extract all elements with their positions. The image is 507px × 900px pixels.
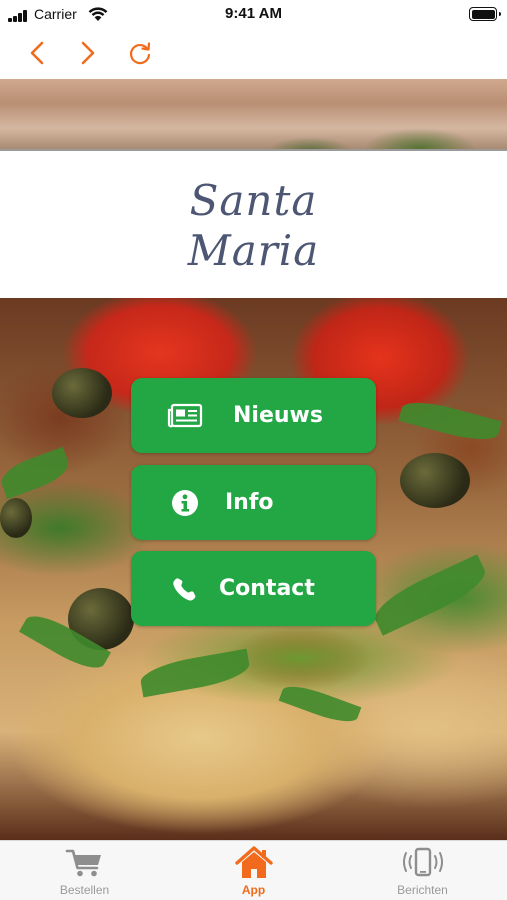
tab-berichten-label: Berichten — [397, 883, 448, 897]
header-banner-image — [0, 79, 507, 151]
tab-app-label: App — [241, 883, 266, 897]
herb-decoration — [398, 395, 502, 447]
battery-icon — [469, 7, 501, 21]
newspaper-icon — [167, 402, 203, 430]
nieuws-label: Nieuws — [233, 403, 323, 428]
herb-decoration — [368, 554, 492, 636]
chevron-left-icon — [30, 41, 44, 65]
tab-bestellen[interactable]: Bestellen — [0, 841, 169, 900]
tab-bestellen-label: Bestellen — [59, 883, 110, 897]
tab-berichten[interactable]: Berichten — [338, 841, 507, 900]
tab-bar: Bestellen App Berichten — [0, 840, 507, 900]
forward-button[interactable] — [73, 38, 103, 68]
status-time: 9:41 AM — [225, 5, 282, 22]
nieuws-button[interactable]: Nieuws — [131, 378, 376, 453]
phone-vibrate-icon — [338, 847, 507, 879]
herb-decoration — [138, 648, 252, 698]
title-panel: Santa Maria — [0, 153, 507, 298]
olive-decoration — [400, 453, 470, 508]
info-button[interactable]: Info — [131, 465, 376, 540]
cart-icon — [0, 847, 169, 879]
herb-decoration — [0, 446, 74, 500]
title-line-2: Maria — [187, 225, 320, 275]
tab-app[interactable]: App — [169, 841, 338, 900]
home-icon — [169, 846, 338, 879]
reload-icon — [130, 42, 151, 65]
chevron-right-icon — [81, 41, 95, 65]
olive-decoration — [52, 368, 112, 418]
info-icon — [167, 489, 203, 517]
back-button[interactable] — [22, 38, 52, 68]
olive-decoration — [0, 498, 32, 538]
info-label: Info — [225, 490, 274, 515]
phone-icon — [167, 575, 203, 603]
contact-label: Contact — [219, 576, 315, 601]
contact-button[interactable]: Contact — [131, 551, 376, 626]
herb-decoration — [278, 679, 362, 729]
reload-button[interactable] — [125, 38, 155, 68]
status-bar: Carrier 9:41 AM — [0, 0, 507, 28]
restaurant-title: Santa Maria — [188, 176, 320, 276]
title-line-1: Santa — [189, 175, 318, 225]
navigation-bar — [0, 28, 507, 78]
